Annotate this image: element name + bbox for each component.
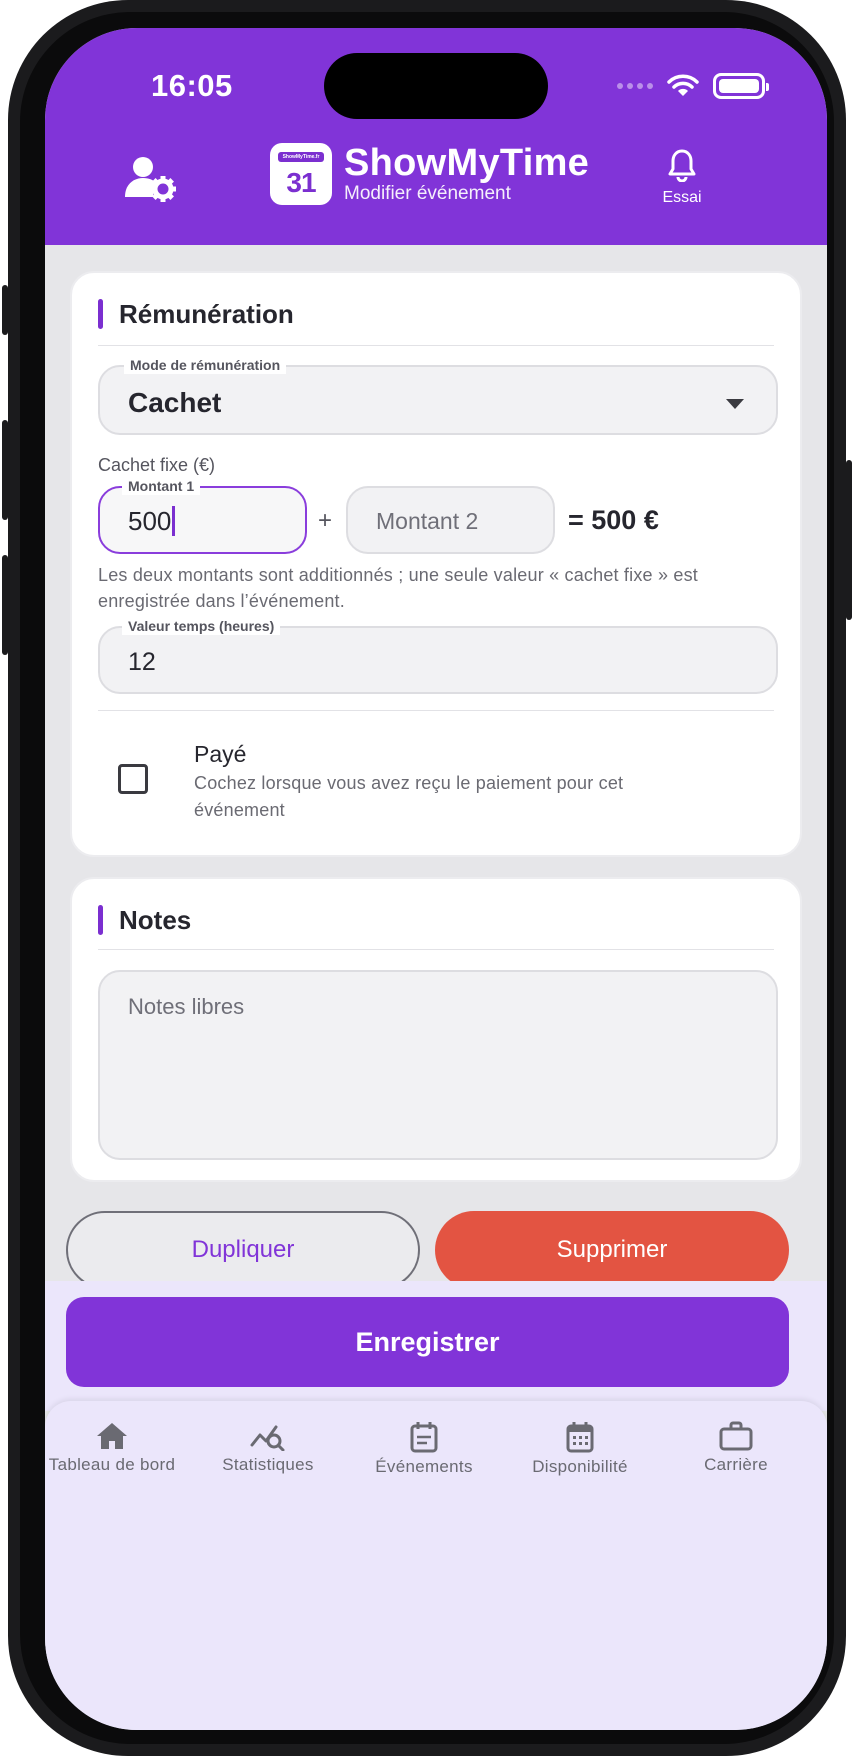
app-title: ShowMyTime [344, 142, 590, 184]
bell-label: Essai [662, 189, 702, 206]
bottom-navigation: Tableau de bord Statistiques Événements … [45, 1401, 827, 1730]
payment-mode-value: Cachet [128, 387, 222, 418]
amount1-label: Montant 1 [122, 477, 201, 495]
calendar-icon [566, 1422, 594, 1453]
nav-item-dashboard[interactable]: Tableau de bord [45, 1421, 190, 1475]
cellular-signal-icon [617, 83, 653, 89]
nav-label-availability: Disponibilité [532, 1457, 628, 1476]
amount-helper-text: Les deux montants sont additionnés ; une… [98, 565, 698, 611]
status-icons [617, 73, 769, 99]
status-time: 16:05 [151, 68, 233, 103]
wifi-icon [667, 74, 699, 96]
section-accent [98, 905, 103, 935]
divider [98, 345, 774, 346]
volume-down-button [2, 555, 8, 655]
divider [98, 949, 774, 950]
brand: ShowMyTime.fr 31 ShowMyTime Modifier évé… [270, 143, 589, 205]
time-value-input[interactable]: Valeur temps (heures) 12 [98, 617, 778, 694]
notes-title: Notes [98, 905, 191, 935]
total-amount: = 500 € [568, 505, 659, 535]
nav-item-career[interactable]: Carrière [658, 1421, 814, 1475]
nav-item-events[interactable]: Événements [346, 1421, 502, 1477]
events-icon [410, 1422, 438, 1453]
battery-icon [713, 73, 769, 99]
notes-placeholder: Notes libres [128, 994, 245, 1019]
volume-up-button [2, 420, 8, 520]
delete-button[interactable]: Supprimer [435, 1211, 789, 1289]
amount1-input[interactable]: Montant 1 500 [98, 477, 307, 554]
nav-label-events: Événements [375, 1457, 473, 1476]
user-settings-button[interactable] [123, 153, 179, 205]
phone-frame: 16:05 ShowMyTime.fr 31 ShowMyTime Modifi… [2, 0, 852, 1756]
duplicate-label: Dupliquer [191, 1236, 295, 1263]
app-header: 16:05 ShowMyTime.fr 31 ShowMyTime Modifi… [45, 28, 827, 245]
remuneration-title: Rémunération [98, 299, 294, 329]
app-logo: ShowMyTime.fr 31 [270, 143, 332, 205]
save-label: Enregistrer [355, 1326, 500, 1357]
payment-mode-label: Mode de rémunération [124, 356, 287, 374]
section-accent [98, 299, 103, 329]
payment-mode-select[interactable]: Mode de rémunération Cachet [98, 356, 778, 435]
delete-label: Supprimer [556, 1236, 668, 1263]
dynamic-island [324, 53, 548, 119]
home-icon [97, 1423, 127, 1449]
amount2-placeholder: Montant 2 [376, 508, 479, 534]
paid-title: Payé [194, 741, 247, 767]
briefcase-icon [719, 1421, 753, 1451]
save-button[interactable]: Enregistrer [66, 1297, 789, 1387]
paid-description: Cochez lorsque vous avez reçu le paiemen… [194, 773, 624, 820]
page-subtitle: Modifier événement [344, 183, 511, 204]
time-value: 12 [128, 648, 156, 676]
mute-switch [2, 285, 8, 335]
chevron-down-icon [726, 399, 744, 409]
screen: 16:05 ShowMyTime.fr 31 ShowMyTime Modifi… [45, 28, 827, 1730]
remuneration-card: Rémunération Mode de rémunération Cachet… [70, 271, 802, 857]
user-gear-icon [125, 157, 176, 202]
text-cursor [172, 506, 176, 536]
amount1-value: 500 [128, 506, 172, 536]
nav-item-availability[interactable]: Disponibilité [502, 1421, 658, 1477]
divider [98, 710, 774, 711]
nav-label-dashboard: Tableau de bord [48, 1455, 176, 1474]
nav-label-statistics: Statistiques [222, 1455, 314, 1474]
plus-sign: + [318, 507, 333, 534]
notes-textarea[interactable]: Notes libres [98, 970, 778, 1160]
duplicate-button[interactable]: Dupliquer [66, 1211, 420, 1289]
notifications-button[interactable]: Essai [650, 148, 714, 207]
bell-icon [668, 149, 696, 183]
notes-card: Notes Notes libres [70, 877, 802, 1182]
logo-caption: ShowMyTime.fr [278, 152, 324, 162]
amount2-input[interactable]: Montant 2 [346, 486, 555, 554]
nav-item-statistics[interactable]: Statistiques [190, 1421, 346, 1475]
logo-number: 31 [286, 167, 316, 198]
power-button [846, 460, 852, 620]
stats-icon [250, 1425, 285, 1451]
nav-label-career: Carrière [704, 1455, 768, 1474]
paid-checkbox[interactable] [118, 764, 148, 794]
time-value-label: Valeur temps (heures) [122, 617, 281, 635]
fixed-fee-label: Cachet fixe (€) [98, 455, 216, 475]
